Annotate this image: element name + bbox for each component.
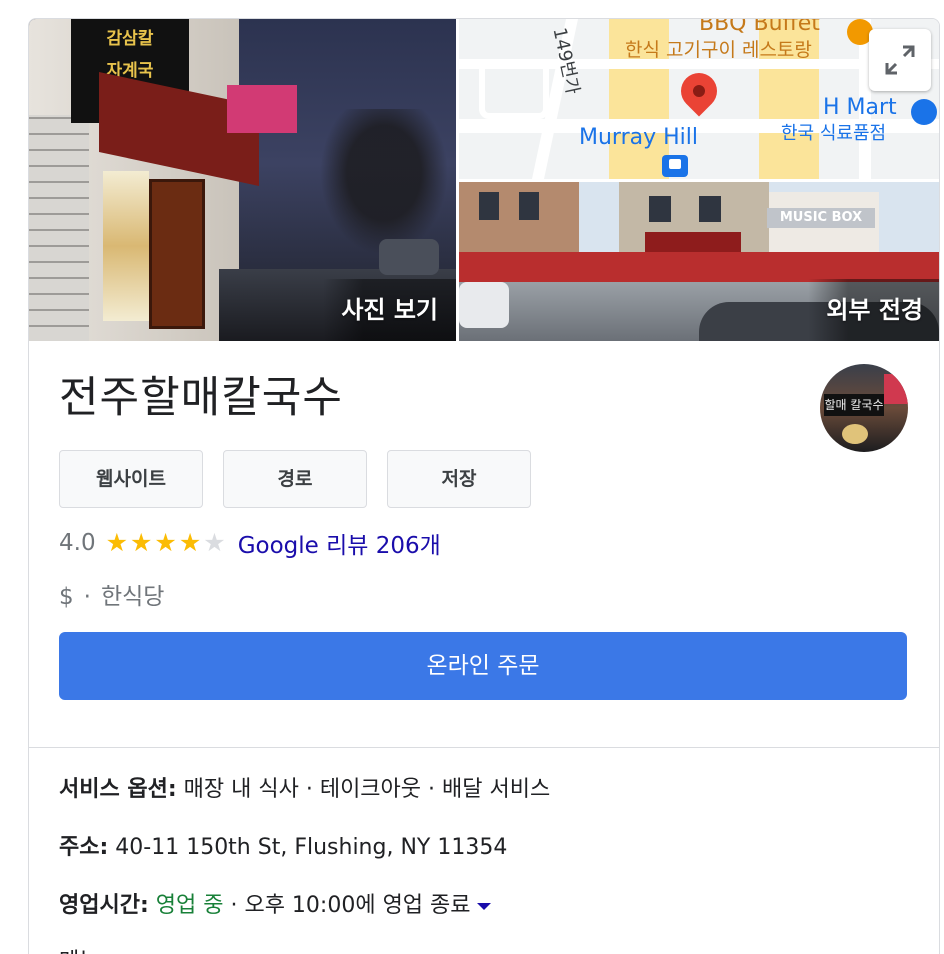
star-icon: ★ xyxy=(105,527,128,557)
shopping-cart-icon xyxy=(911,99,937,125)
window xyxy=(519,192,539,220)
photo-strip: 감삼칼 자계국 탕랑수 사진 보기 BBQ Buffet 한식 고기구이 레스토… xyxy=(29,19,939,341)
order-online-button[interactable]: 온라인 주문 xyxy=(59,632,907,700)
window xyxy=(699,196,721,222)
window xyxy=(479,192,499,220)
exterior-view-label[interactable]: 외부 전경 xyxy=(808,279,939,341)
place-name: 전주할매칼국수 xyxy=(59,373,343,423)
map-ramp xyxy=(479,59,549,119)
address-label: 주소: xyxy=(59,835,109,860)
hours-dropdown-icon[interactable] xyxy=(476,902,491,910)
location-pin-icon xyxy=(673,65,725,117)
street-view-photo[interactable]: MUSIC BOX 외부 전경 xyxy=(459,182,939,341)
hours-status: 영업 중 xyxy=(148,893,224,918)
rating-stars: ★★★★★ xyxy=(106,530,228,557)
neon-sign xyxy=(227,85,297,133)
service-options-value: 매장 내 식사 · 테이크아웃 · 배달 서비스 xyxy=(176,777,551,802)
save-button[interactable]: 저장 xyxy=(387,450,531,508)
star-icon: ★ xyxy=(203,527,226,557)
website-button[interactable]: 웹사이트 xyxy=(59,450,203,508)
category-row: $ · 한식당 xyxy=(59,577,164,611)
reviews-link[interactable]: Google 리뷰 206개 xyxy=(238,526,441,560)
service-options: 서비스 옵션: 매장 내 식사 · 테이크아웃 · 배달 서비스 xyxy=(59,771,550,803)
main-photo[interactable]: 감삼칼 자계국 탕랑수 사진 보기 xyxy=(29,19,456,341)
address: 주소: 40-11 150th St, Flushing, NY 11354 xyxy=(59,829,507,861)
price-level: $ xyxy=(59,584,74,610)
music-box-sign: MUSIC BOX xyxy=(767,208,875,228)
place-avatar[interactable]: 할매 칼국수 xyxy=(820,364,908,452)
storefront-band xyxy=(459,252,939,282)
hours-value: · 오후 10:00에 영업 종료 xyxy=(223,893,471,918)
transit-station-icon xyxy=(662,155,688,177)
brick-pillar xyxy=(29,115,89,341)
rating-row: 4.0 ★★★★★ Google 리뷰 206개 xyxy=(59,525,441,561)
avatar-sign: 할매 칼국수 xyxy=(824,394,884,416)
star-icon: ★ xyxy=(178,527,202,557)
star-icon: ★ xyxy=(154,527,177,557)
avatar-food xyxy=(842,424,868,444)
place-type: 한식당 xyxy=(100,584,165,610)
store-sign-line-1: 감삼칼 xyxy=(106,29,154,49)
storefront-sign xyxy=(645,232,741,254)
rating-value: 4.0 xyxy=(59,530,96,556)
white-vehicle xyxy=(459,282,509,328)
expand-icon xyxy=(885,45,915,75)
map-label-hmart-sub: 한국 식료품점 xyxy=(781,123,887,144)
separator: · xyxy=(83,584,91,610)
divider xyxy=(29,747,939,748)
hours: 영업시간: 영업 중 · 오후 10:00에 영업 종료 xyxy=(59,887,491,919)
menu-line-partial: 메뉴: ... xyxy=(59,943,135,954)
map-label-hmart: H Mart xyxy=(823,95,897,120)
avatar-red-sign xyxy=(884,374,908,404)
map-label-korean-bbq: 한식 고기구이 레스토랑 xyxy=(625,39,812,61)
map-label-bbq: BBQ Buffet xyxy=(699,19,820,36)
map-thumbnail[interactable]: BBQ Buffet 한식 고기구이 레스토랑 149번가 Murray Hil… xyxy=(459,19,939,179)
address-value[interactable]: 40-11 150th St, Flushing, NY 11354 xyxy=(108,835,507,860)
map-label-area: Murray Hill xyxy=(579,125,699,150)
star-icon: ★ xyxy=(130,527,153,557)
menu-poster xyxy=(103,171,149,321)
parked-car xyxy=(379,239,439,275)
view-photos-label[interactable]: 사진 보기 xyxy=(323,279,456,341)
expand-map-button[interactable] xyxy=(869,29,931,91)
directions-button[interactable]: 경로 xyxy=(223,450,367,508)
hours-label: 영업시간: xyxy=(59,893,149,918)
front-door xyxy=(149,179,205,329)
service-options-label: 서비스 옵션: xyxy=(59,777,177,802)
window xyxy=(649,196,671,222)
knowledge-panel: 감삼칼 자계국 탕랑수 사진 보기 BBQ Buffet 한식 고기구이 레스토… xyxy=(28,18,940,954)
